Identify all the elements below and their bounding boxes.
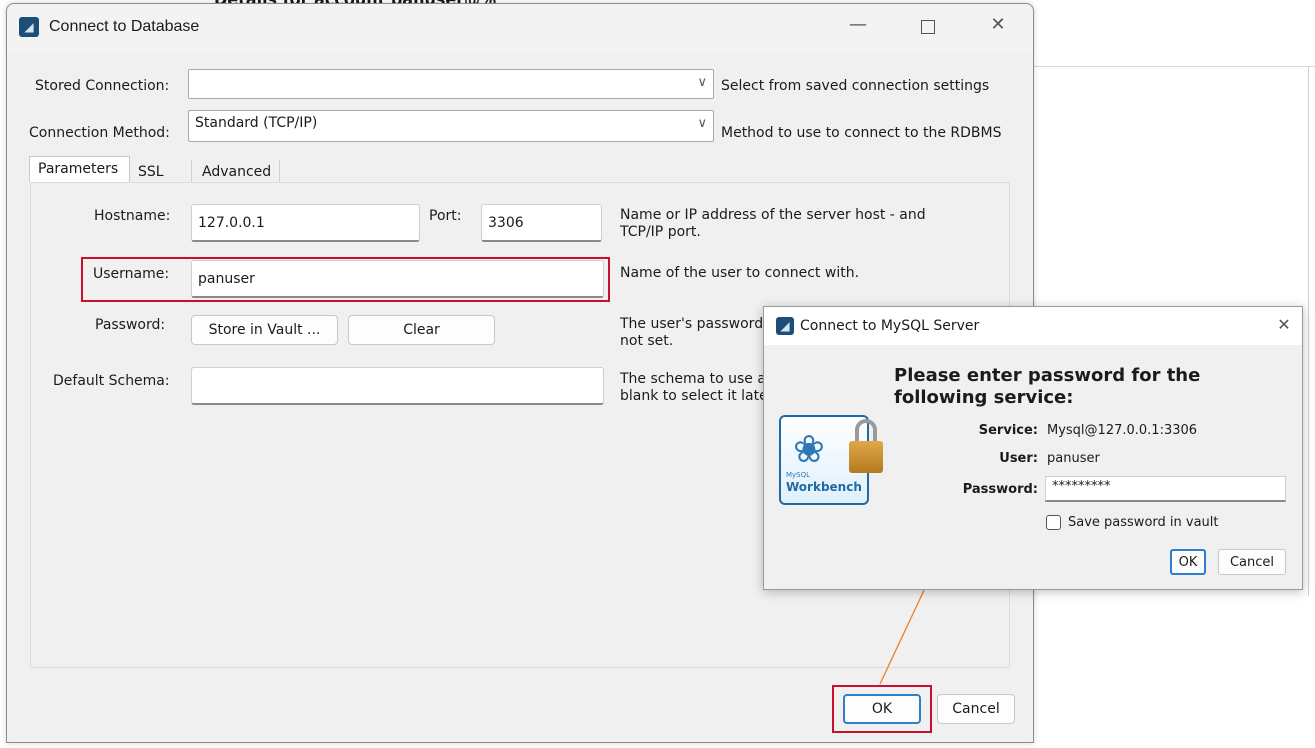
save-password-checkbox[interactable] [1046,515,1061,530]
mysql-workbench-app-icon: ◢ [776,317,794,335]
popup-ok-button[interactable]: OK [1170,549,1206,575]
popup-heading-line: Please enter password for the [894,365,1201,386]
popup-heading-line: following service: [894,387,1074,408]
padlock-body [849,441,883,473]
padlock-icon [849,419,883,473]
logo-mysql-text: MySQL [786,471,811,479]
popup-title: Connect to MySQL Server [800,318,980,334]
close-icon[interactable]: ✕ [1272,315,1296,334]
user-label: User: [999,451,1038,466]
user-value: panuser [1047,451,1100,466]
service-label: Service: [978,423,1038,438]
popup-cancel-button[interactable]: Cancel [1218,549,1286,575]
service-value: Mysql@127.0.0.1:3306 [1047,423,1198,438]
save-password-label: Save password in vault [1068,515,1219,530]
popup-title-bar: ◢ Connect to MySQL Server ✕ [764,307,1302,345]
popup-password-label: Password: [962,482,1038,497]
connect-to-mysql-server-dialog: ◢ Connect to MySQL Server ✕ Please enter… [763,306,1303,590]
popup-password-field[interactable]: ********* [1045,476,1286,502]
logo-workbench-text: Workbench [786,480,862,494]
dolphin-icon: ❀ [793,427,825,471]
popup-heading: Please enter password for the following … [894,365,1200,409]
